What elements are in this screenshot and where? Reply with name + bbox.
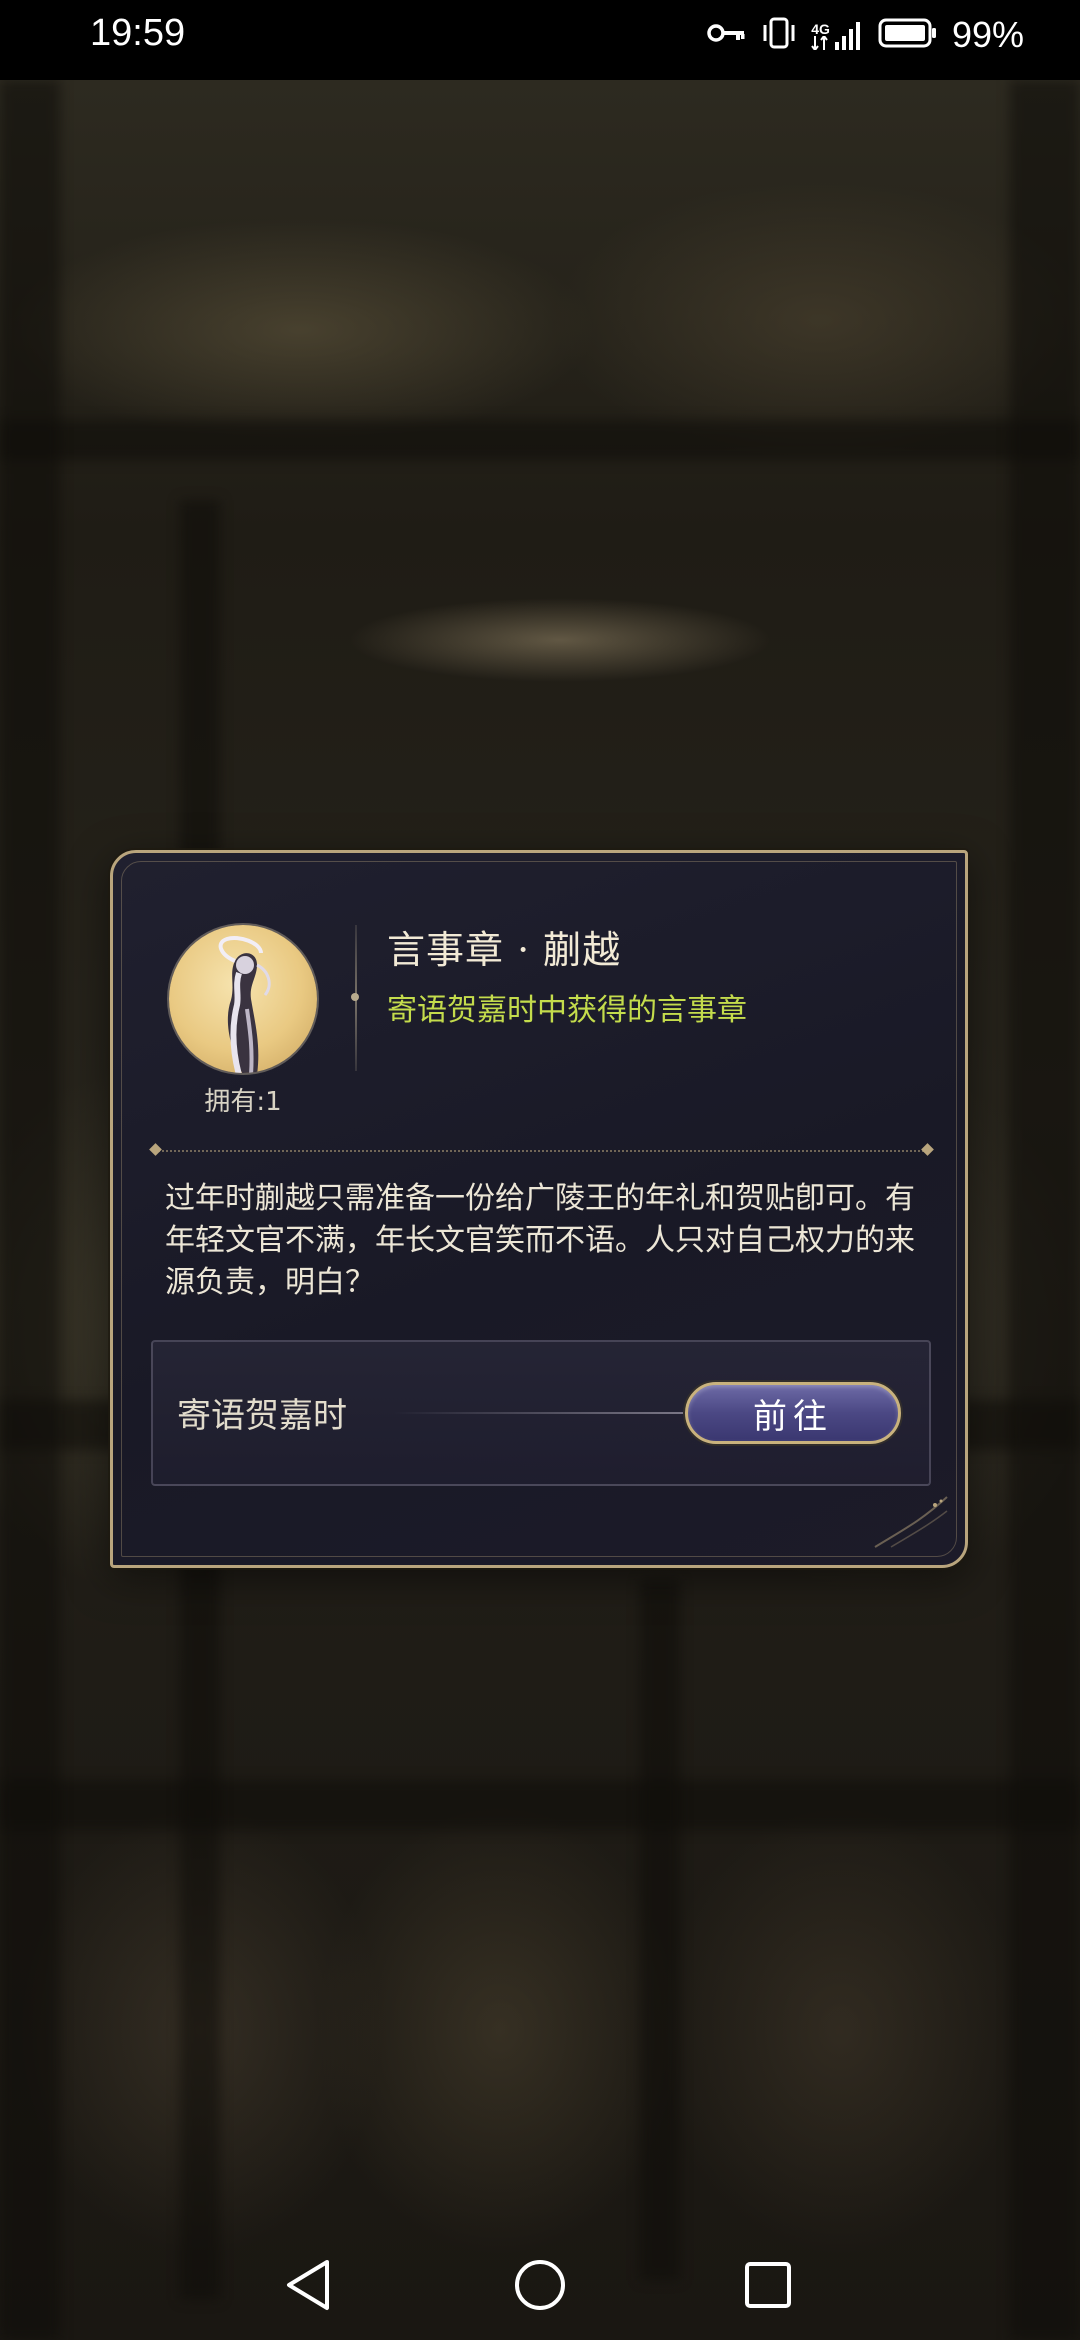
horizontal-divider <box>155 1150 927 1152</box>
goto-button[interactable]: 前往 <box>685 1382 901 1444</box>
status-icons: 4G 99% <box>707 14 1024 56</box>
battery-icon <box>878 17 938 54</box>
source-connector-line <box>393 1412 683 1414</box>
recents-icon[interactable] <box>733 2250 803 2320</box>
divider-diamond-right <box>921 1143 934 1156</box>
network-type: 4G <box>811 21 830 37</box>
screen: 19:59 4G 99% 拥有:1 言事章 · 蒯越 寄语贺嘉时中获得的言事章 … <box>0 0 1080 2340</box>
medal-icon <box>169 925 317 1073</box>
source-row: 寄语贺嘉时 前往 <box>151 1340 931 1486</box>
item-detail-dialog: 拥有:1 言事章 · 蒯越 寄语贺嘉时中获得的言事章 过年时蒯越只需准备一份给广… <box>110 850 968 1568</box>
key-icon <box>707 21 747 50</box>
divider-dot <box>351 993 359 1001</box>
signal-icon: 4G <box>811 20 864 50</box>
home-icon[interactable] <box>505 2250 575 2320</box>
divider-diamond-left <box>149 1143 162 1156</box>
navigation-bar <box>0 2230 1080 2340</box>
status-time: 19:59 <box>90 12 186 54</box>
vibrate-icon <box>761 16 797 55</box>
item-description: 过年时蒯越只需准备一份给广陵王的年礼和贺贴卽可。有年轻文官不满，年长文官笑而不语… <box>165 1181 915 1300</box>
owned-count: 拥有:1 <box>204 1087 282 1117</box>
item-title: 言事章 · 蒯越 <box>387 928 622 972</box>
back-icon[interactable] <box>273 2250 343 2320</box>
status-bar: 19:59 4G 99% <box>0 0 1080 80</box>
source-label: 寄语贺嘉时 <box>177 1396 347 1436</box>
battery-percent: 99% <box>951 14 1024 55</box>
corner-ornament <box>874 1496 948 1548</box>
item-source-text: 寄语贺嘉时中获得的言事章 <box>387 993 747 1028</box>
